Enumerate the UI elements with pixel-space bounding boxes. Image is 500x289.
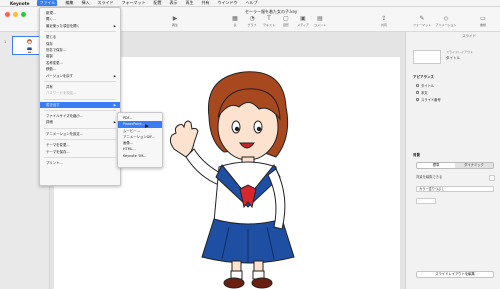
menu-item-save-theme[interactable]: テーマを保存... xyxy=(40,149,120,155)
submenu-arrow-icon: ▶ xyxy=(113,120,116,125)
menu-separator xyxy=(44,157,116,159)
segment-standard[interactable]: 標準 xyxy=(417,163,455,168)
background-title: 背景 xyxy=(413,153,420,157)
text-icon: T xyxy=(267,15,271,22)
menu-arrange[interactable]: 配置 xyxy=(153,0,161,6)
format-icon: ✎ xyxy=(419,15,425,22)
menu-separator xyxy=(44,80,116,82)
layout-label: スライドレイアウト xyxy=(446,50,474,54)
menu-separator xyxy=(44,139,116,141)
checkbox-title[interactable]: タイトル xyxy=(416,83,434,88)
table-icon: ▦ xyxy=(232,15,238,22)
submenu-arrow-icon: ▶ xyxy=(113,23,116,28)
menu-separator xyxy=(44,127,116,129)
media-button[interactable]: ▣ メディア xyxy=(294,15,312,27)
app-menu[interactable]: Keynote xyxy=(10,1,29,6)
zoom-window-button[interactable] xyxy=(21,12,26,17)
file-menu-dropdown: 新規... 開く... 最近使った項目を開く ▶ 閉じる 保存 別名で保存... … xyxy=(39,7,121,186)
close-window-button[interactable] xyxy=(5,12,10,17)
share-button[interactable]: ⇪ 共有 xyxy=(375,15,393,27)
play-icon: ▶ xyxy=(172,15,178,22)
animation-icon: ◇ xyxy=(443,15,449,22)
share-icon: ⇪ xyxy=(381,15,387,22)
background-edit-toggle[interactable] xyxy=(489,175,495,181)
menu-insert[interactable]: 挿入 xyxy=(81,0,89,6)
menu-item-export[interactable]: 書き出す ▶ xyxy=(40,101,120,109)
menu-item-set-password: パスワードを設定... xyxy=(46,91,77,96)
slide-number: 1 xyxy=(4,40,7,44)
checkbox-icon[interactable] xyxy=(416,84,419,87)
media-icon: ▣ xyxy=(300,15,306,22)
menu-item-revert[interactable]: バージョンを戻す ▶ xyxy=(40,73,120,79)
text-button[interactable]: T テキスト xyxy=(260,15,278,27)
chart-icon: ◔ xyxy=(249,15,255,22)
window-controls xyxy=(5,12,26,17)
menu-separator xyxy=(44,31,116,33)
document-icon: ▭ xyxy=(480,15,486,22)
fill-type-select[interactable]: カラー塗りつぶし xyxy=(416,186,494,192)
menu-help[interactable]: ヘルプ xyxy=(245,0,257,6)
menu-item-open-recent[interactable]: 最近使った項目を開く ▶ xyxy=(40,23,120,29)
shape-icon: ▢ xyxy=(283,15,289,22)
export-keynote-09[interactable]: Keynote '09... xyxy=(118,153,162,159)
checkbox-body[interactable]: 本文 xyxy=(416,90,428,95)
checkbox-icon[interactable] xyxy=(416,98,419,101)
segment-dynamic[interactable]: ダイナミック xyxy=(455,163,493,168)
menu-slide[interactable]: スライド xyxy=(97,0,113,6)
menu-bar: Keynote ファイル 編集 挿入 スライド フォーマット 配置 表示 再生 … xyxy=(0,0,500,7)
menu-item-print[interactable]: プリント... xyxy=(40,160,120,166)
appearance-title: アピアランス xyxy=(413,75,434,79)
background-edit-label: 背景を編集できる xyxy=(416,175,443,179)
menu-edit[interactable]: 編集 xyxy=(65,0,73,6)
submenu-arrow-icon: ▶ xyxy=(113,73,116,78)
animation-button[interactable]: ◇ アニメーション xyxy=(434,15,458,27)
submenu-arrow-icon: ▶ xyxy=(113,102,116,107)
menu-separator xyxy=(44,110,116,112)
export-submenu: PDF... PowerPoint... ムービー... アニメーションGIF.… xyxy=(117,112,163,168)
mouse-cursor-icon: ➤ xyxy=(144,123,150,130)
chart-button[interactable]: ◔ グラフ xyxy=(243,15,261,27)
document-button[interactable]: ▭ 書類 xyxy=(474,15,492,27)
table-button[interactable]: ▦ 表 xyxy=(226,15,244,27)
menu-file[interactable]: ファイル xyxy=(37,0,58,6)
menu-play[interactable]: 再生 xyxy=(185,0,193,6)
play-button[interactable]: ▶ 再生 xyxy=(166,15,184,27)
inspector-panel: スライド スライドレイアウト タイトル アピアランス タイトル 本文 スライド番… xyxy=(405,32,500,289)
inspector-tab-slide[interactable]: スライド xyxy=(462,34,476,39)
edit-slide-layout-button[interactable]: スライドレイアウトを編集 xyxy=(416,271,494,278)
thumbnail-girl-image xyxy=(27,39,32,53)
menu-item-advanced[interactable]: 詳細 ▶ xyxy=(40,119,120,125)
minimize-window-button[interactable] xyxy=(13,12,18,17)
comment-icon: ▤ xyxy=(317,15,323,22)
menu-format[interactable]: フォーマット xyxy=(121,0,145,6)
format-button[interactable]: ✎ フォーマット xyxy=(412,15,432,27)
menu-window[interactable]: ウインドウ xyxy=(217,0,237,6)
layout-value[interactable]: タイトル xyxy=(446,56,460,61)
checkbox-slide-number[interactable]: スライド番号 xyxy=(416,97,441,102)
layout-thumbnail[interactable] xyxy=(413,50,441,64)
menu-item-animation-settings[interactable]: アニメーションを設定... xyxy=(40,131,120,137)
comment-button[interactable]: ▤ コメント xyxy=(311,15,329,27)
menu-view[interactable]: 表示 xyxy=(169,0,177,6)
checkbox-icon[interactable] xyxy=(416,91,419,94)
fill-color-well[interactable] xyxy=(416,198,436,204)
shape-button[interactable]: ▢ 図形 xyxy=(277,15,295,27)
menu-separator xyxy=(44,98,116,100)
menu-share[interactable]: 共有 xyxy=(201,0,209,6)
background-mode-segmented-control: 標準 ダイナミック xyxy=(416,162,494,169)
